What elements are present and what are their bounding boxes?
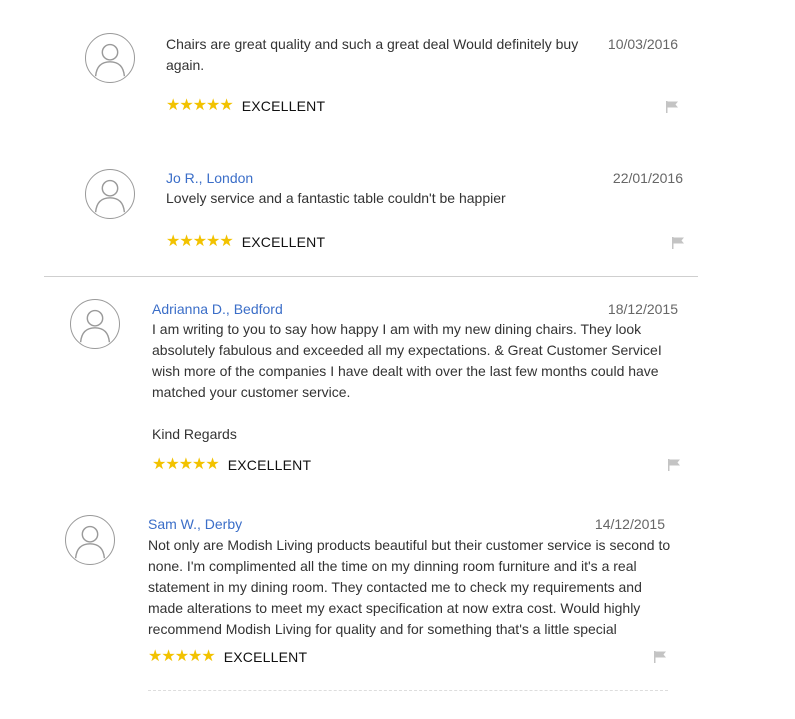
review-item: Adrianna D., Bedford 18/12/2015 I am wri… xyxy=(0,277,795,487)
review-text-line: matched your customer service. xyxy=(152,384,351,400)
review-text: I am writing to you to say how happy I a… xyxy=(152,319,682,445)
review-text-line: I am writing to you to say how happy I a… xyxy=(152,321,642,337)
flag-icon[interactable] xyxy=(671,237,685,249)
review-text-line: absolutely fabulous and exceeded all my … xyxy=(152,342,662,358)
review-text-line: Not only are Modish Living products beau… xyxy=(148,537,671,553)
flag-icon[interactable] xyxy=(665,101,679,113)
review-text: Not only are Modish Living products beau… xyxy=(148,535,678,640)
review-date: 22/01/2016 xyxy=(612,170,683,186)
review-date: 14/12/2015 xyxy=(594,516,665,532)
rating: ★★★★★ EXCELLENT xyxy=(166,232,325,252)
review-item: Sam W., Derby 14/12/2015 Not only are Mo… xyxy=(0,487,795,719)
review-author-link[interactable]: Adrianna D., Bedford xyxy=(152,299,283,319)
review-item: Jo R., London 22/01/2016 Lovely service … xyxy=(0,140,795,276)
review-text-line: statement in my dining room. They contac… xyxy=(148,579,642,595)
rating: ★★★★★ EXCELLENT xyxy=(166,96,325,116)
review-date: 10/03/2016 xyxy=(607,36,678,52)
review-author-link[interactable]: Sam W., Derby xyxy=(148,514,242,534)
flag-icon[interactable] xyxy=(653,651,667,663)
review-text-line: none. I'm complimented all the time on m… xyxy=(148,558,637,574)
star-rating-icons: ★★★★★ xyxy=(166,233,234,250)
star-rating-icons: ★★★★★ xyxy=(166,97,234,114)
review-text-line: made alterations to meet my exact specif… xyxy=(148,600,641,616)
rating: ★★★★★ EXCELLENT xyxy=(148,647,307,667)
review-divider xyxy=(148,690,668,691)
review-item: Chairs are great quality and such a grea… xyxy=(0,0,795,140)
review-text: Chairs are great quality and such a grea… xyxy=(166,34,606,76)
user-avatar-icon xyxy=(85,169,135,219)
rating: ★★★★★ EXCELLENT xyxy=(152,455,311,475)
rating-label: EXCELLENT xyxy=(227,457,312,473)
review-author-link[interactable]: Jo R., London xyxy=(166,168,253,188)
review-text-line: recommend Modish Living for quality and … xyxy=(148,621,617,637)
review-date: 18/12/2015 xyxy=(607,301,678,317)
review-text-line: wish more of the companies I have dealt … xyxy=(152,363,659,379)
review-text-line: Chairs are great quality and such a grea… xyxy=(166,36,579,52)
rating-label: EXCELLENT xyxy=(241,234,326,250)
review-text-line: again. xyxy=(166,57,205,73)
review-text-line: Kind Regards xyxy=(152,426,237,442)
flag-icon[interactable] xyxy=(667,459,681,471)
review-text-line: Lovely service and a fantastic table cou… xyxy=(166,190,506,206)
user-avatar-icon xyxy=(70,299,120,349)
star-rating-icons: ★★★★★ xyxy=(152,456,220,473)
star-rating-icons: ★★★★★ xyxy=(148,648,216,665)
review-text-line xyxy=(152,403,682,424)
rating-label: EXCELLENT xyxy=(223,649,308,665)
user-avatar-icon xyxy=(65,515,115,565)
user-avatar-icon xyxy=(85,33,135,83)
review-text: Lovely service and a fantastic table cou… xyxy=(166,188,606,209)
rating-label: EXCELLENT xyxy=(241,98,326,114)
